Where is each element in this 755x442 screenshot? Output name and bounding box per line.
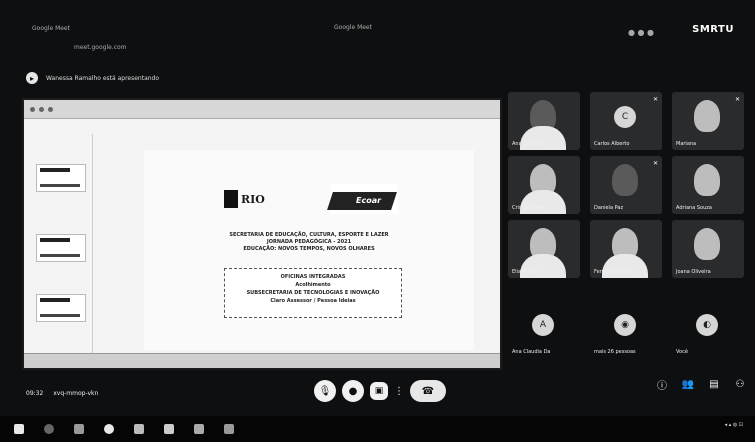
meeting-info: 09:32 xvq-mmop-vkn <box>26 390 98 397</box>
present-screen-icon: ▸ <box>26 72 38 84</box>
ecoar-logo: Ecoar <box>327 184 398 214</box>
slide-thumbnails <box>30 134 93 354</box>
participant-tile[interactable]: C ✕ Carlos Alberto <box>590 92 662 150</box>
participant-tile[interactable]: ✕ Mariana <box>672 92 744 150</box>
more-options-button[interactable]: ⋮ <box>394 380 404 402</box>
avatar: A <box>532 314 554 336</box>
people-icon[interactable]: 👥 <box>678 376 698 392</box>
meeting-controls: 🎙 ● ▣ ⋮ ☎ <box>314 380 452 402</box>
toolbar-icon[interactable] <box>39 106 44 112</box>
microphone-button[interactable]: 🎙 <box>314 380 336 402</box>
participant-tile[interactable]: Adriana Souza <box>672 156 744 214</box>
participant-tile[interactable]: Cristina Dias <box>508 156 580 214</box>
participant-tile[interactable]: Fernanda Rocha <box>590 220 662 278</box>
system-tray[interactable]: ◂ ▴ ◍ ⊡ <box>725 422 743 429</box>
avatar: ◐ <box>696 314 718 336</box>
meet-window: Google Meet Google Meet meet.google.com … <box>0 0 755 442</box>
slide-thumbnail[interactable] <box>36 294 86 322</box>
participant-tile[interactable]: ✕ Daniela Paz <box>590 156 662 214</box>
people-icon: ◉ <box>614 314 636 336</box>
browser-tab[interactable]: Google Meet <box>32 25 70 32</box>
slide-thumbnail[interactable] <box>36 234 86 262</box>
info-icon[interactable]: ⓘ <box>652 376 672 392</box>
app-icon[interactable] <box>164 424 174 434</box>
participant-video <box>694 228 720 260</box>
start-icon[interactable] <box>14 424 24 434</box>
leave-call-button[interactable]: ☎ <box>410 380 446 402</box>
search-icon[interactable] <box>44 424 54 434</box>
mic-muted-icon: ✕ <box>652 160 658 167</box>
mic-muted-icon: ✕ <box>652 96 658 103</box>
presenting-label: Wanessa Ramalho está apresentando <box>46 74 160 82</box>
participant-tile[interactable]: Joana Oliveira <box>672 220 744 278</box>
participant-video <box>694 164 720 196</box>
participant-video <box>694 100 720 132</box>
shared-screen: RIO Ecoar SECRETARIA DE EDUCAÇÃO, CULTUR… <box>22 98 502 370</box>
window-title: Google Meet <box>334 24 372 31</box>
toolbar-icon[interactable] <box>48 106 53 112</box>
slides-toolbar <box>24 100 500 119</box>
more-participants-tile[interactable]: ◉ mais 26 pessoas <box>590 300 662 358</box>
slide-heading: SECRETARIA DE EDUCAÇÃO, CULTURA, ESPORTE… <box>229 232 389 252</box>
slide-info-box: OFICINAS INTEGRADAS Acolhimento SUBSECRE… <box>224 268 402 318</box>
activities-icon[interactable]: ⚇ <box>730 376 750 392</box>
os-taskbar: ◂ ▴ ◍ ⊡ <box>0 416 755 442</box>
avatar: C <box>614 106 636 128</box>
participant-tile[interactable]: A Ana Claudia Da <box>508 300 580 358</box>
url-row: meet.google.com <box>14 38 744 56</box>
windows-taskbar-inside-share <box>24 353 500 368</box>
app-icon[interactable] <box>194 424 204 434</box>
chat-icon[interactable]: ▤ <box>704 376 724 392</box>
side-panel-controls: ⓘ 👥 ▤ ⚇ <box>652 376 755 392</box>
meeting-time: 09:32 <box>26 390 44 397</box>
mic-muted-icon: ✕ <box>734 96 740 103</box>
explorer-icon[interactable] <box>134 424 144 434</box>
participant-video <box>612 164 638 196</box>
chrome-icon[interactable] <box>104 424 114 434</box>
toolbar-icon[interactable] <box>30 106 35 112</box>
participant-tile[interactable]: Eliane Lima <box>508 220 580 278</box>
address-bar[interactable]: meet.google.com <box>74 44 127 51</box>
participant-tile[interactable]: Ana Claudia <box>508 92 580 150</box>
task-view-icon[interactable] <box>74 424 84 434</box>
camera-button[interactable]: ● <box>342 380 364 402</box>
present-now-button[interactable]: ▣ <box>370 382 388 400</box>
app-icon[interactable] <box>224 424 234 434</box>
participant-tile-self[interactable]: ◐ Você <box>672 300 744 358</box>
extension-icons[interactable]: ● ● ● <box>628 28 654 37</box>
corner-logo: SMRTU <box>692 24 734 35</box>
browser-bar: Google Meet Google Meet meet.google.com … <box>14 18 744 60</box>
current-slide: RIO Ecoar SECRETARIA DE EDUCAÇÃO, CULTUR… <box>144 150 474 350</box>
secretaria-logo: RIO <box>224 188 286 210</box>
meeting-code: xvq-mmop-vkn <box>53 390 99 397</box>
presenting-banner: ▸ Wanessa Ramalho está apresentando <box>26 72 159 84</box>
slide-thumbnail[interactable] <box>36 164 86 192</box>
